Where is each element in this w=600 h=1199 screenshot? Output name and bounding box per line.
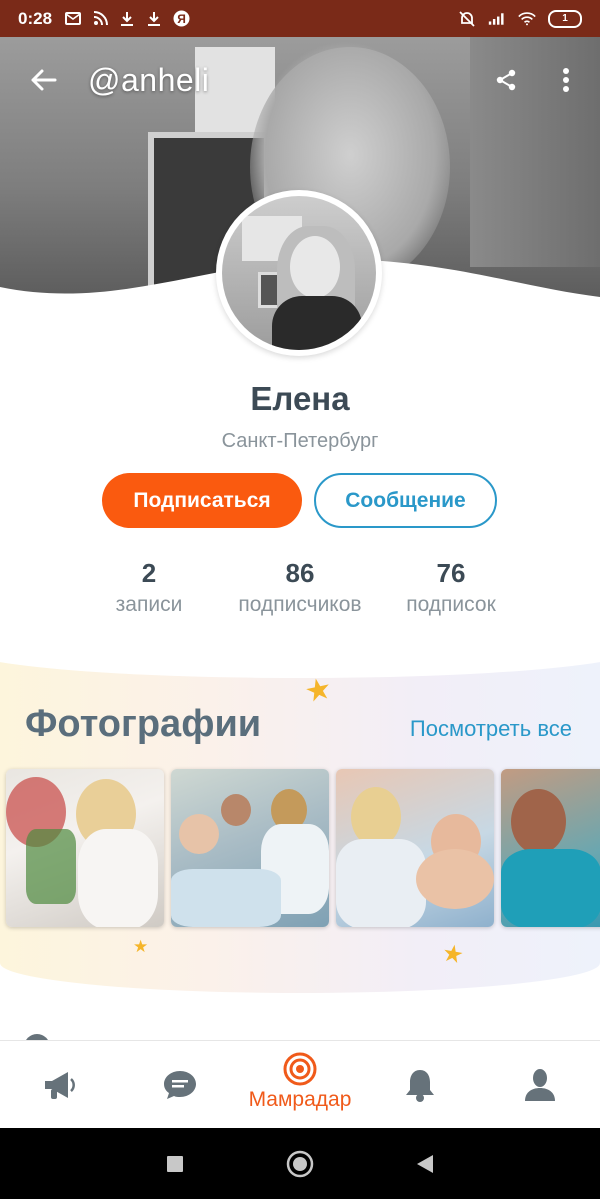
tab-messages[interactable] (120, 1041, 240, 1128)
photo-thumbnail[interactable] (336, 769, 494, 927)
rss-icon (91, 10, 109, 28)
avatar[interactable] (216, 190, 382, 356)
app-bar: @anheli (0, 37, 600, 123)
message-button[interactable]: Сообщение (314, 473, 497, 528)
share-icon (496, 69, 516, 91)
more-options-button[interactable] (552, 66, 580, 94)
signal-icon (488, 10, 506, 28)
stat-label: подписчиков (238, 593, 362, 616)
bottom-tab-bar: Мамрадар (0, 1041, 600, 1128)
see-all-link[interactable]: Посмотреть все (410, 716, 572, 742)
bell-icon (406, 1069, 434, 1102)
star-decoration-icon: ★ (133, 937, 149, 956)
tab-profile[interactable] (480, 1041, 600, 1128)
home-button[interactable] (285, 1149, 315, 1179)
more-vertical-icon (563, 68, 569, 92)
tab-label: Мамрадар (248, 1087, 352, 1111)
photo-thumbnail[interactable] (171, 769, 329, 927)
stat-followers[interactable]: 86 подписчиков (220, 558, 380, 617)
yandex-icon: Я (172, 10, 190, 28)
svg-text:Я: Я (177, 12, 186, 26)
stat-value: 76 (436, 558, 466, 588)
wifi-icon (518, 10, 536, 28)
profile-icon (525, 1068, 555, 1101)
status-right-icons: 1 (458, 9, 582, 28)
back-button[interactable] (26, 63, 60, 97)
home-circle-icon (286, 1150, 314, 1177)
profile-name: Елена (250, 380, 350, 417)
photos-title: Фотографии (25, 703, 262, 745)
photo-thumbnail[interactable] (6, 769, 164, 927)
triangle-back-icon (417, 1154, 433, 1173)
battery-indicator: 1 (548, 9, 582, 28)
radar-icon (283, 1052, 317, 1085)
mail-icon (64, 10, 82, 28)
stat-following[interactable]: 76 подписок (390, 558, 512, 617)
photo-thumbnail[interactable] (501, 769, 600, 927)
download-icon (118, 10, 136, 28)
profile-handle: @anheli (88, 61, 210, 98)
tab-news[interactable] (0, 1041, 120, 1128)
chat-icon (164, 1070, 196, 1099)
square-icon (167, 1155, 183, 1172)
system-back-button[interactable] (410, 1149, 440, 1179)
star-decoration-icon: ★ (439, 939, 466, 970)
megaphone-icon (45, 1071, 75, 1099)
stat-value: 2 (141, 558, 157, 588)
stat-posts[interactable]: 2 записи (88, 558, 210, 617)
download-icon (145, 10, 163, 28)
avatar-photo (222, 196, 376, 350)
mute-icon (458, 10, 476, 28)
stat-label: записи (115, 593, 183, 616)
profile-city: Санкт-Петербург (221, 430, 379, 452)
subscribe-button[interactable]: Подписаться (102, 473, 302, 528)
tab-mamradar[interactable]: Мамрадар (240, 1035, 360, 1128)
system-nav-bar (0, 1128, 600, 1199)
stat-label: подписок (406, 593, 496, 616)
recents-button[interactable] (160, 1149, 190, 1179)
star-decoration-icon: ★ (301, 671, 335, 710)
status-bar: 0:28 Я 1 (0, 0, 600, 37)
arrow-left-icon (31, 69, 57, 91)
status-time: 0:28 (18, 8, 53, 28)
photos-section: ★ ★ ★ Фотографии Посмотреть все (0, 648, 600, 993)
stat-value: 86 (285, 558, 315, 588)
status-left-icons: Я (64, 10, 190, 28)
share-button[interactable] (492, 66, 520, 94)
tab-notifications[interactable] (360, 1041, 480, 1128)
